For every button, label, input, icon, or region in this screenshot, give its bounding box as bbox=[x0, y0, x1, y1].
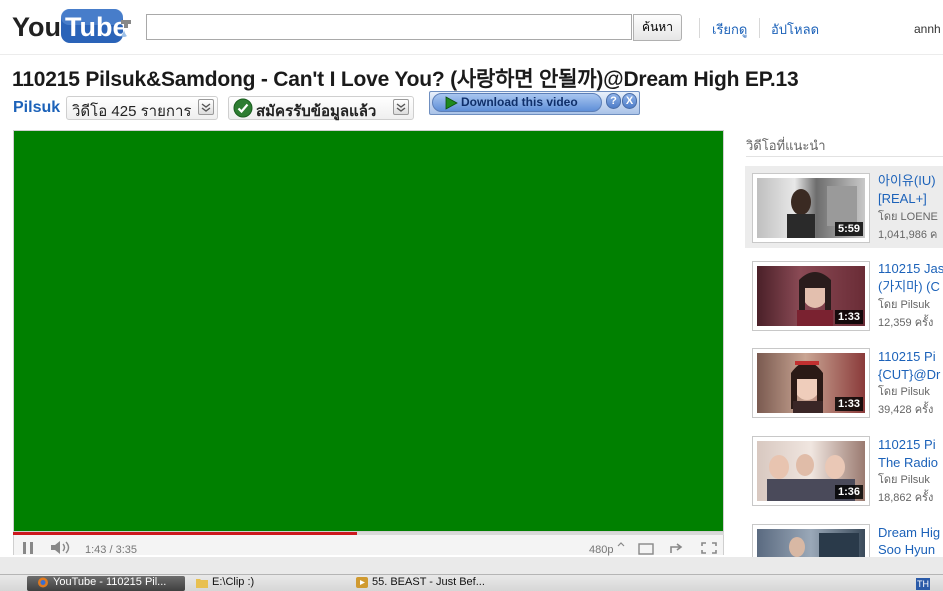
recommended-title[interactable]: 110215 Pi bbox=[878, 348, 936, 365]
recommended-title[interactable]: (가지마) (C bbox=[878, 278, 940, 295]
taskbar-item-label: 55. BEAST - Just Bef... bbox=[372, 576, 485, 588]
duration-badge: 1:33 bbox=[834, 310, 863, 324]
username-link[interactable]: annh bbox=[914, 22, 941, 36]
recommended-views: 1,041,986 ค bbox=[878, 229, 938, 241]
check-icon bbox=[233, 98, 253, 118]
recommended-views: 12,359 ครั้ง bbox=[878, 317, 934, 329]
upload-link[interactable]: อัปโหลด bbox=[771, 19, 819, 40]
taskbar-item-label: YouTube - 110215 Pil... bbox=[53, 576, 167, 588]
recommended-title[interactable]: The Radio bbox=[878, 454, 938, 471]
share-icon[interactable] bbox=[668, 541, 686, 555]
quality-selector[interactable]: 480p bbox=[589, 544, 613, 556]
time-readout: 1:43 / 3:35 bbox=[85, 544, 137, 556]
video-thumbnail[interactable] bbox=[752, 524, 870, 557]
video-thumbnail[interactable]: 5:59 bbox=[752, 173, 870, 243]
help-icon[interactable]: ? bbox=[606, 93, 621, 109]
video-title: 110215 Pilsuk&Samdong - Can't I Love You… bbox=[12, 68, 799, 91]
duration-badge: 5:59 bbox=[834, 222, 863, 236]
pause-icon[interactable] bbox=[20, 541, 36, 555]
language-indicator[interactable]: TH bbox=[916, 578, 930, 590]
taskbar-item-player[interactable]: 55. BEAST - Just Bef... bbox=[346, 576, 506, 591]
chevron-up-icon bbox=[617, 542, 625, 547]
firefox-icon bbox=[38, 577, 48, 588]
header-divider-line bbox=[0, 54, 943, 55]
logo-you-text: You bbox=[12, 12, 61, 42]
recommended-uploader[interactable]: โดย Pilsuk bbox=[878, 472, 930, 489]
recommended-title[interactable]: [REAL+] bbox=[878, 190, 927, 207]
browse-link[interactable]: เรียกดู bbox=[712, 19, 747, 40]
video-count-label: วิดีโอ 425 รายการ bbox=[72, 103, 192, 120]
duration-badge: 1:36 bbox=[834, 485, 863, 499]
recommended-title[interactable]: 110215 Jas bbox=[878, 260, 943, 277]
recommended-title[interactable]: 아이유(IU) bbox=[878, 172, 936, 189]
logo-tube-text: Tube bbox=[65, 12, 128, 42]
folder-icon bbox=[196, 578, 208, 588]
download-label: Download this video bbox=[461, 95, 578, 109]
chevron-down-icon[interactable] bbox=[198, 99, 214, 115]
header-divider bbox=[699, 18, 700, 38]
sidebar-title: วิดีโอที่แนะนำ bbox=[746, 138, 826, 153]
header-divider bbox=[759, 18, 760, 38]
recommended-uploader[interactable]: โดย Pilsuk bbox=[878, 384, 930, 401]
youtube-logo[interactable]: You Tube bbox=[12, 6, 136, 46]
video-thumbnail[interactable]: 1:36 bbox=[752, 436, 870, 506]
taskbar-item-youtube[interactable]: YouTube - 110215 Pil... bbox=[27, 576, 185, 591]
recommended-views: 39,428 ครั้ง bbox=[878, 404, 934, 416]
thumbnail-image bbox=[789, 533, 859, 557]
fullscreen-icon[interactable] bbox=[700, 541, 718, 555]
volume-icon[interactable] bbox=[49, 540, 71, 555]
search-input[interactable] bbox=[146, 14, 632, 40]
video-thumbnail[interactable]: 1:33 bbox=[752, 261, 870, 331]
recommended-views: 18,862 ครั้ง bbox=[878, 492, 934, 504]
taskbar-item-folder[interactable]: E:\Clip :) bbox=[186, 576, 346, 591]
play-icon bbox=[445, 96, 458, 110]
duration-badge: 1:33 bbox=[834, 397, 863, 411]
recommended-uploader[interactable]: โดย Pilsuk bbox=[878, 297, 930, 314]
recommended-title[interactable]: {CUT}@Dr bbox=[878, 366, 940, 383]
recommended-uploader[interactable]: โดย LOENE bbox=[878, 209, 938, 226]
search-button[interactable]: ค้นหา bbox=[633, 14, 682, 41]
subscribed-label: สมัครรับข้อมูลแล้ว bbox=[256, 103, 377, 120]
progress-played bbox=[13, 532, 358, 535]
channel-link[interactable]: Pilsuk bbox=[13, 99, 60, 117]
window-bottom-strip bbox=[0, 557, 943, 574]
popout-icon[interactable] bbox=[637, 541, 655, 555]
recommended-title[interactable]: Soo Hyun bbox=[878, 541, 935, 558]
recommended-title[interactable]: 110215 Pi bbox=[878, 436, 936, 453]
media-player-icon bbox=[356, 576, 368, 588]
video-player[interactable] bbox=[13, 130, 724, 532]
chevron-down-icon[interactable] bbox=[393, 99, 409, 115]
close-icon[interactable]: X bbox=[622, 93, 637, 109]
recommended-title[interactable]: Dream Hig bbox=[878, 524, 940, 541]
taskbar-item-label: E:\Clip :) bbox=[212, 576, 255, 588]
video-thumbnail[interactable]: 1:33 bbox=[752, 348, 870, 418]
sidebar-divider bbox=[746, 156, 943, 157]
